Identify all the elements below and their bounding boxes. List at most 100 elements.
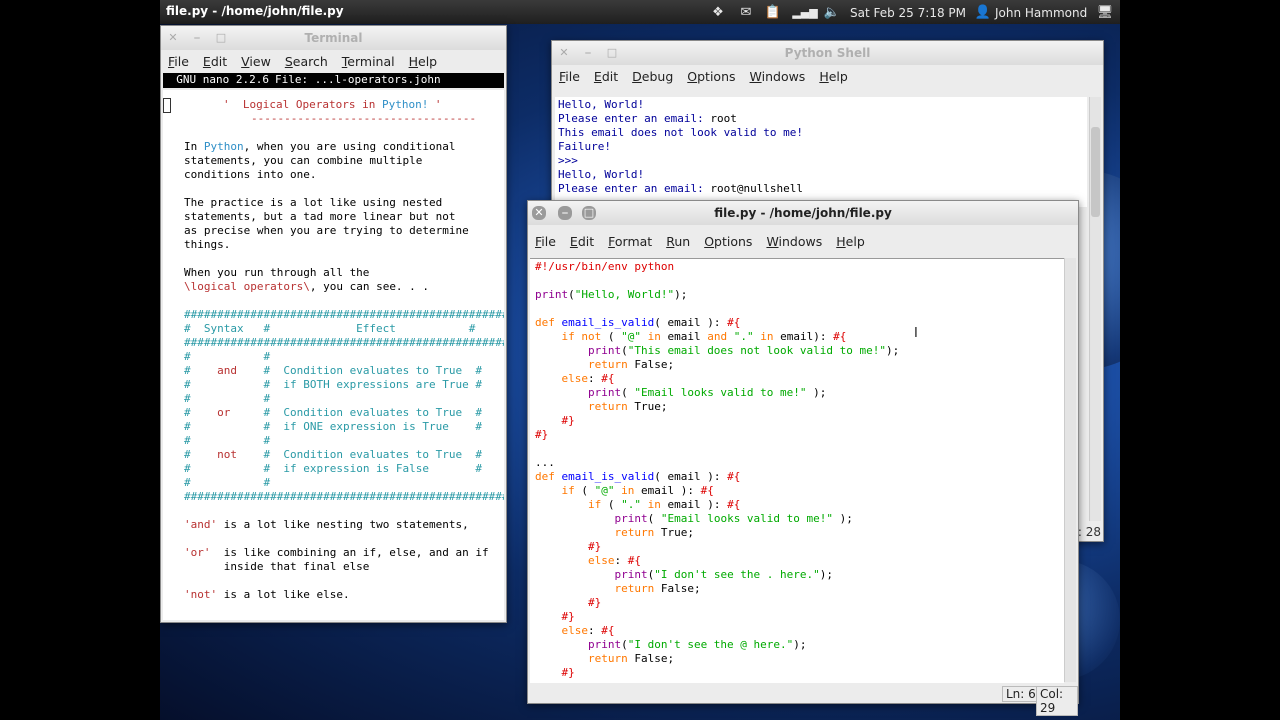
doc-line: statements, you can combine multiple (184, 154, 423, 167)
doc-line: \logical operators\, you can see. . . (184, 280, 430, 293)
code-line: return True; (535, 526, 694, 540)
right-letterbox (1120, 0, 1280, 720)
clock[interactable]: Sat Feb 25 7:18 PM (850, 4, 966, 22)
code-token: ( (581, 484, 595, 497)
code-token: ( (621, 344, 628, 357)
code-line: if not ( "@" in email and "." in email):… (535, 330, 846, 344)
shell-scrollbar[interactable] (1089, 97, 1101, 521)
code-line: #} (535, 596, 601, 610)
active-window-title[interactable]: file.py - /home/john/file.py (166, 4, 344, 18)
editor-title: file.py - /home/john/file.py (714, 206, 892, 220)
doc-line: 'or' is like combining an if, else, and … (184, 546, 489, 559)
menu-options[interactable]: Options (680, 69, 742, 84)
menu-options[interactable]: Options (697, 234, 759, 249)
terminal-window[interactable]: ✕ ⎯ □ Terminal File Edit View Search Ter… (160, 25, 507, 623)
code-token: email_is_valid (561, 316, 655, 329)
code-token: #} (535, 428, 549, 441)
code-line: print("I don't see the @ here."); (535, 638, 807, 652)
code-line: #} (535, 414, 575, 428)
menu-edit[interactable]: Edit (587, 69, 625, 84)
code-token: return (535, 400, 635, 413)
menu-debug[interactable]: Debug (625, 69, 680, 84)
code-token: ( (568, 288, 575, 301)
shell-line: Please enter an email: root@nullshell (558, 182, 804, 195)
doc-line: things. (184, 238, 231, 251)
table-row: # or # Condition evaluates to True # (184, 406, 483, 419)
menu-format[interactable]: Format (601, 234, 659, 249)
code-token: print (535, 344, 622, 357)
code-token: email_is_valid (561, 470, 655, 483)
code-line: #} (535, 540, 601, 554)
shell-output[interactable]: Hello, World! Please enter an email: roo… (555, 97, 1087, 207)
nano-filename: File: ...l-operators.john (275, 73, 441, 86)
menu-help[interactable]: Help (812, 69, 855, 84)
menu-view[interactable]: View (234, 54, 278, 69)
menu-windows[interactable]: Windows (759, 234, 829, 249)
code-token: #{ (727, 470, 741, 483)
editor-window[interactable]: ✕ ⎯ □ file.py - /home/john/file.py File … (527, 200, 1079, 716)
doc-line: The practice is a lot like using nested (184, 196, 443, 209)
code-token: print (535, 386, 622, 399)
code-token: ( email ): (654, 470, 728, 483)
text-cursor (163, 98, 171, 113)
code-token: ( (647, 512, 661, 525)
doc-heading-rule: ---------------------------------- (251, 112, 477, 125)
menu-run[interactable]: Run (659, 234, 697, 249)
menu-edit[interactable]: Edit (563, 234, 601, 249)
dropbox-icon[interactable]: ❖ (708, 3, 728, 21)
code-token: in (640, 330, 668, 343)
code-token: ( email ): (654, 316, 728, 329)
terminal-titlebar[interactable]: ✕ ⎯ □ Terminal (161, 26, 506, 50)
code-token: print (535, 638, 622, 651)
doc-line: as precise when you are trying to determ… (184, 224, 469, 237)
menu-search[interactable]: Search (278, 54, 335, 69)
text-cursor-icon: Ⅰ (914, 326, 918, 341)
code-token: ); (674, 288, 688, 301)
code-token: : (587, 624, 602, 637)
code-token: return (535, 652, 635, 665)
code-token: True; (660, 526, 694, 539)
monitor-icon[interactable]: 🖥 (1095, 3, 1115, 21)
menu-edit[interactable]: Edit (196, 54, 234, 69)
code-line: return False; (535, 652, 674, 666)
mail-icon[interactable]: ✉ (735, 3, 757, 21)
code-token: if (535, 484, 582, 497)
clipboard-icon[interactable]: 📋 (763, 3, 783, 21)
shell-menubar: File Edit Debug Options Windows Help (552, 65, 1103, 87)
table-rule: ########################################… (184, 490, 504, 503)
code-line: print("Hello, World!"); (535, 288, 687, 302)
code-token: #!/usr/bin/env python (535, 260, 675, 273)
code-editor[interactable]: #!/usr/bin/env python print("Hello, World… (530, 258, 1064, 683)
menu-windows[interactable]: Windows (743, 69, 813, 84)
code-token: ( (607, 330, 622, 343)
menu-help[interactable]: Help (829, 234, 872, 249)
code-token: "I don't see the @ here." (627, 638, 794, 651)
code-line: def email_is_valid( email ): #{ (535, 316, 740, 330)
nano-buffer[interactable]: ' Logical Operators in Python! ' -------… (163, 90, 504, 620)
left-letterbox (0, 0, 160, 720)
code-line: return False; (535, 358, 674, 372)
user-name[interactable]: John Hammond (995, 4, 1087, 22)
code-token: #} (535, 414, 575, 427)
volume-icon[interactable]: 🔈 (822, 3, 842, 21)
editor-menubar: File Edit Format Run Options Windows Hel… (528, 230, 1078, 252)
code-token: "Email looks valid to me!" (634, 386, 807, 399)
menu-help[interactable]: Help (402, 54, 445, 69)
code-token: print (535, 512, 648, 525)
table-rule: ########################################… (184, 308, 504, 321)
menu-file[interactable]: File (528, 234, 563, 249)
signal-icon[interactable]: ▂▄▆ (792, 3, 817, 21)
code-token: False; (634, 652, 675, 665)
doc-line: 'and' is a lot like nesting two statemen… (184, 518, 469, 531)
menu-file[interactable]: File (161, 54, 196, 69)
top-panel: file.py - /home/john/file.py ❖ ✉ 📋 ▂▄▆ 🔈… (160, 0, 1120, 24)
code-token: ( (607, 498, 622, 511)
code-token: and (707, 330, 734, 343)
menu-file[interactable]: File (552, 69, 587, 84)
shell-titlebar[interactable]: ✕ ⎯ □ Python Shell (552, 41, 1103, 65)
menu-terminal[interactable]: Terminal (335, 54, 402, 69)
code-token: "Hello, World!" (574, 288, 675, 301)
shell-scrollbar-thumb[interactable] (1091, 127, 1100, 217)
editor-scrollbar[interactable] (1064, 258, 1076, 682)
editor-titlebar[interactable]: ✕ ⎯ □ file.py - /home/john/file.py (528, 201, 1078, 225)
